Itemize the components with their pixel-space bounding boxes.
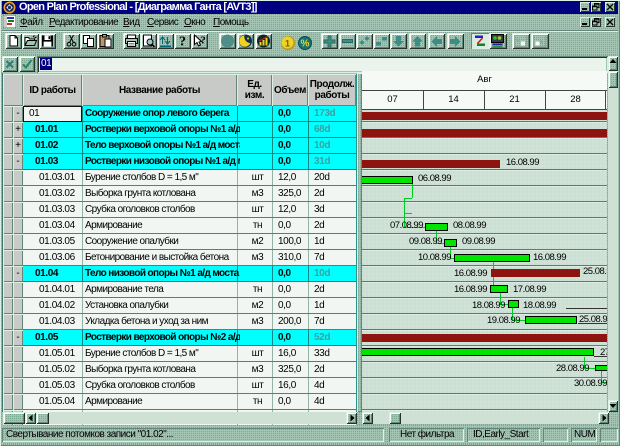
svg-text:?: ? (179, 35, 186, 50)
svg-text:?: ? (201, 36, 206, 47)
svg-text:%: % (301, 39, 310, 50)
svg-text:1: 1 (285, 39, 290, 49)
